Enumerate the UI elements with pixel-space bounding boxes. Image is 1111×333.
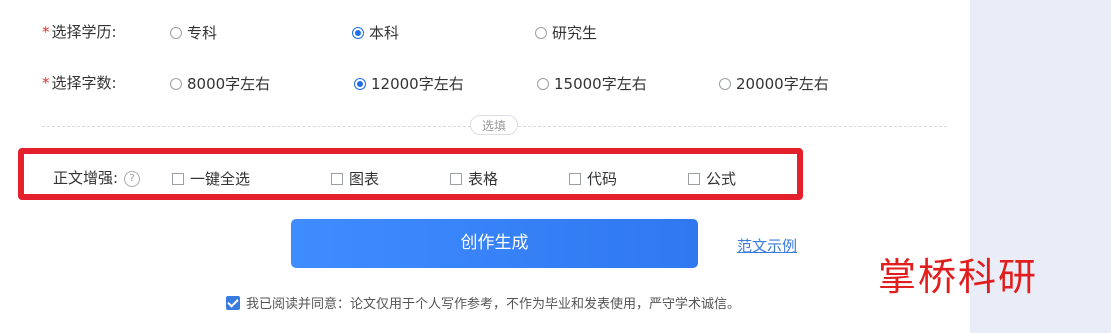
radio-education-zhuanke[interactable]: 专科: [170, 22, 217, 43]
agreement-checkbox[interactable]: [226, 295, 240, 310]
radio-words-15000[interactable]: 15000字左右: [537, 73, 647, 94]
agreement-text: 我已阅读并同意：论文仅用于个人写作参考，不作为毕业和发表使用，严守学术诚信。: [246, 297, 741, 312]
radio-education-benke[interactable]: 本科: [352, 22, 399, 43]
checkbox-box[interactable]: [450, 172, 462, 185]
radio-circle[interactable]: [170, 77, 182, 90]
checkbox-select-all[interactable]: 一键全选: [172, 168, 250, 189]
checkbox-code[interactable]: 代码: [569, 168, 617, 189]
checkbox-chart[interactable]: 图表: [331, 168, 379, 189]
checkbox-formula[interactable]: 公式: [688, 168, 736, 189]
radio-circle[interactable]: [537, 77, 549, 90]
enhance-label: 正文增强:?: [53, 167, 141, 188]
radio-words-12000[interactable]: 12000字左右: [354, 73, 464, 94]
agreement-row[interactable]: 我已阅读并同意：论文仅用于个人写作参考，不作为毕业和发表使用，严守学术诚信。: [226, 293, 740, 312]
radio-circle[interactable]: [535, 26, 547, 39]
radio-circle-checked[interactable]: [352, 26, 364, 39]
radio-circle-checked[interactable]: [354, 77, 366, 90]
required-mark: *: [42, 74, 50, 92]
checkbox-box[interactable]: [331, 172, 343, 185]
checkbox-box[interactable]: [569, 172, 581, 185]
radio-words-20000[interactable]: 20000字左右: [719, 73, 829, 94]
required-mark: *: [42, 23, 50, 41]
create-generate-button[interactable]: 创作生成: [291, 219, 698, 268]
question-mark-icon[interactable]: ?: [124, 170, 141, 187]
checkbox-box[interactable]: [688, 172, 700, 185]
radio-education-yanjiusheng[interactable]: 研究生: [535, 22, 597, 43]
watermark-text: 掌桥科研: [878, 255, 1039, 299]
checkbox-table[interactable]: 表格: [450, 168, 498, 189]
optional-tag: 选填: [470, 115, 518, 135]
word-count-label: * 选择字数:: [42, 74, 117, 92]
checkbox-box[interactable]: [172, 172, 184, 185]
radio-words-8000[interactable]: 8000字左右: [170, 73, 270, 94]
education-label: * 选择学历:: [42, 23, 117, 41]
radio-circle[interactable]: [719, 77, 731, 90]
radio-circle[interactable]: [170, 26, 182, 39]
example-essay-link[interactable]: 范文示例: [737, 235, 797, 256]
